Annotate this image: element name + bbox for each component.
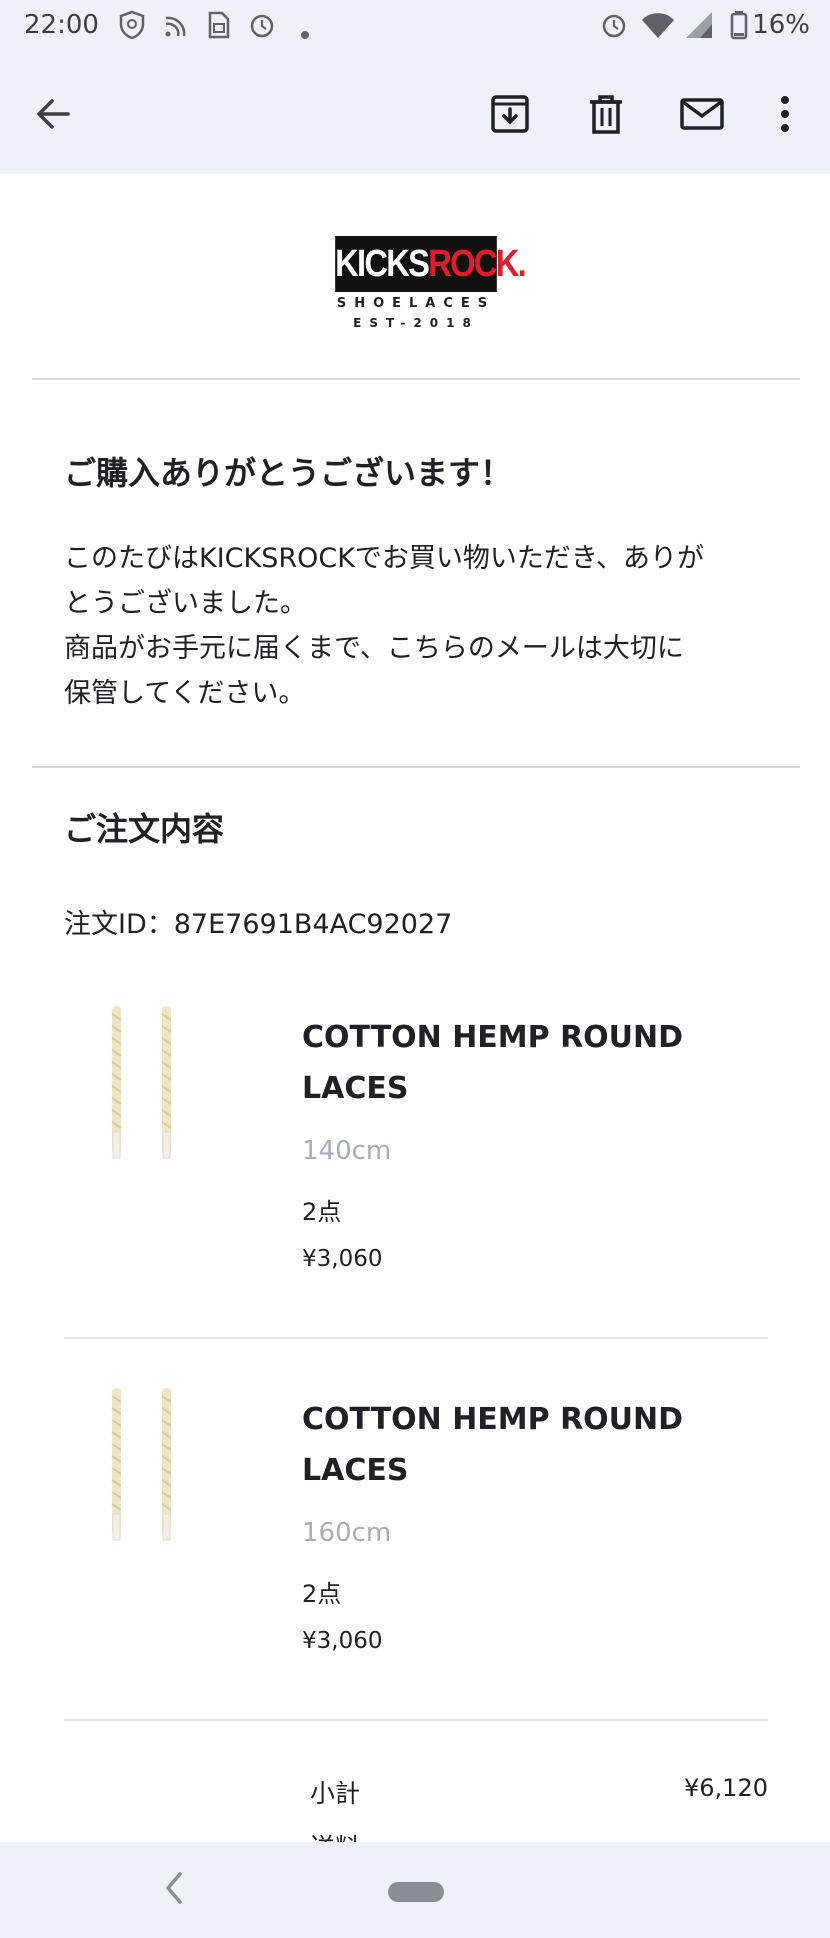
delete-button[interactable] — [580, 88, 632, 140]
thanks-message: このたびはKICKSROCKでお買い物いただき、ありが とうございました。 商品… — [64, 536, 784, 716]
battery-icon — [730, 10, 748, 46]
mail-icon — [680, 98, 724, 130]
product-image — [100, 1386, 180, 1546]
product-quantity: 2点 — [302, 1580, 342, 1608]
arrow-left-icon — [37, 99, 70, 129]
alarm-icon — [600, 10, 628, 46]
thanks-line: このたびはKICKSROCKでお買い物いただき、ありが — [64, 543, 705, 574]
mark-unread-button[interactable] — [676, 88, 728, 140]
thanks-line: 商品がお手元に届くまで、こちらのメールは大切に — [64, 633, 684, 664]
logo-established: EST-2018 — [353, 316, 479, 330]
more-vert-icon — [781, 96, 789, 132]
nav-back-button[interactable] — [160, 1866, 190, 1910]
shipping-label: 送料 — [310, 1828, 360, 1842]
product-size: 160cm — [302, 1518, 392, 1548]
signal-icon — [684, 10, 714, 46]
status-bar: 22:00 16% — [0, 0, 830, 56]
product-price: ¥3,060 — [302, 1628, 383, 1654]
divider — [64, 1337, 768, 1339]
shield-icon — [118, 10, 146, 46]
divider — [32, 766, 800, 768]
product-name-line: LACES — [302, 1453, 409, 1488]
archive-button[interactable] — [484, 88, 536, 140]
order-section-heading: ご注文内容 — [64, 810, 225, 848]
logo-text-kicks: KICKS — [335, 243, 430, 285]
logo-text-rock: ROCK. — [428, 243, 526, 285]
subtotal-label: 小計 — [310, 1779, 361, 1808]
thanks-line: 保管してください。 — [64, 678, 306, 709]
thanks-line: とうございました。 — [64, 588, 307, 619]
product-quantity: 2点 — [302, 1198, 342, 1226]
archive-icon — [491, 95, 529, 133]
product-image — [100, 1004, 180, 1164]
email-toolbar — [0, 56, 830, 174]
product-name-line: COTTON HEMP ROUND — [302, 1402, 684, 1437]
thanks-heading: ご購入ありがとうございます！ — [64, 454, 513, 492]
brand-logo: KICKSROCK. — [335, 236, 527, 292]
product-name-line: COTTON HEMP ROUND — [302, 1020, 684, 1055]
dot-icon — [300, 18, 310, 46]
logo-subtitle: SHOELACES — [336, 296, 496, 311]
nfc-icon — [162, 10, 192, 46]
home-pill-icon[interactable] — [388, 1882, 444, 1902]
product-price: ¥3,060 — [302, 1246, 383, 1272]
product-name-line: LACES — [302, 1071, 409, 1106]
more-options-button[interactable] — [760, 88, 810, 140]
system-nav-bar — [0, 1842, 830, 1938]
battery-percent: 16% — [752, 10, 810, 40]
wifi-icon — [640, 10, 676, 46]
product-size: 140cm — [302, 1136, 392, 1166]
divider — [64, 1719, 768, 1721]
status-time: 22:00 — [24, 10, 99, 40]
back-button[interactable] — [28, 88, 80, 140]
subtotal-value: ¥6,120 — [684, 1774, 768, 1802]
order-id: 注文ID：87E7691B4AC92027 — [64, 909, 453, 940]
trash-icon — [590, 95, 622, 134]
alarm-icon — [248, 10, 276, 46]
product-name: COTTON HEMP ROUND LACES — [302, 1394, 742, 1496]
email-body: KICKSROCK. SHOELACES EST-2018 ご購入ありがとうござ… — [0, 174, 830, 1842]
nav-back-icon — [166, 1872, 182, 1904]
sim-icon — [204, 10, 232, 46]
product-name: COTTON HEMP ROUND LACES — [302, 1012, 742, 1114]
divider — [32, 378, 800, 380]
